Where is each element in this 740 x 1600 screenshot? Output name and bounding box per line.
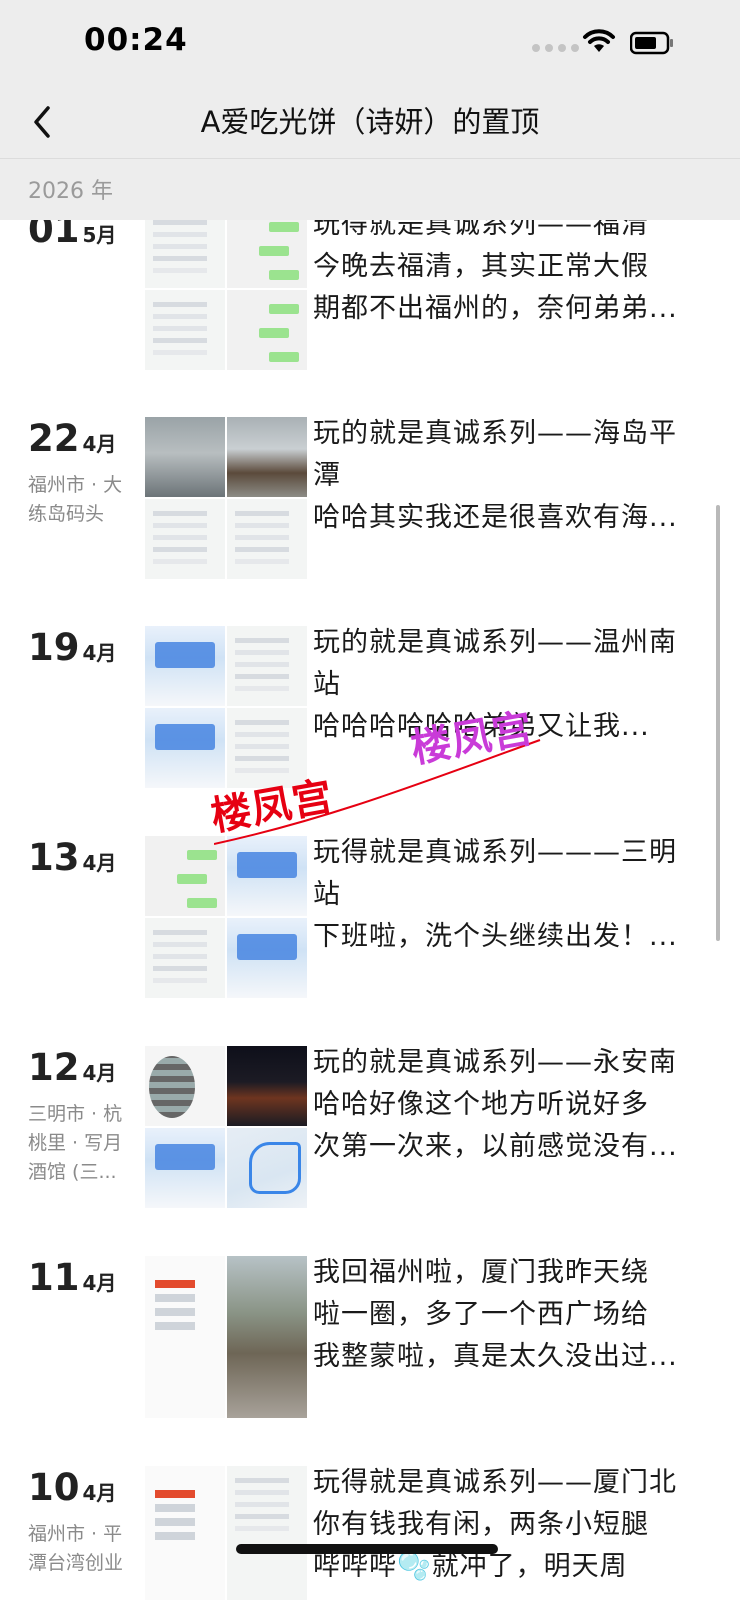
post-thumbnails[interactable] [145,1046,307,1208]
thumbnail-image[interactable] [227,499,307,579]
post-day: 01 [28,220,80,251]
scrollbar[interactable] [716,505,720,941]
thumbnail-image[interactable] [145,290,225,370]
thumbnail-image[interactable] [227,836,307,916]
post-line: 玩的就是真诚系列——海岛平 [313,418,677,449]
pinned-posts-list[interactable]: 01 5月 玩得就是真诚系列——福清 今晚去福清，其实正常大假 期都不出福州的，奈… [0,220,740,1600]
post-text[interactable]: 玩得就是真诚系列———三明 站 下班啦，洗个头继续出发！... [313,832,693,958]
thumbnail-image[interactable] [145,1466,225,1600]
thumbnail-image[interactable] [227,1466,307,1600]
post-location: 三明市 · 杭桃里 · 写月酒馆 (三... [28,1103,123,1183]
post-line: 今晚去福清，其实正常大假 [313,251,649,282]
post-text[interactable]: 玩得就是真诚系列——福清 今晚去福清，其实正常大假 期都不出福州的，奈何弟弟..… [313,220,693,330]
thumbnail-image[interactable] [145,626,225,706]
thumbnail-image[interactable] [145,708,225,788]
page-title: A爱吃光饼（诗妍）的置顶 [200,105,540,139]
post-month: 4月 [82,1061,117,1085]
post-thumbnails[interactable] [145,836,307,998]
year-section-header: 2026 年 [0,158,740,220]
battery-icon [630,31,673,55]
post-entry[interactable]: 22 4月 福州市 · 大练岛码头 玩的就是真诚系列——海岛平 潭 哈哈其实我还是… [0,417,740,587]
post-month: 4月 [82,1271,117,1295]
post-month: 4月 [82,1481,117,1505]
post-day: 19 [28,626,80,669]
post-entry[interactable]: 01 5月 玩得就是真诚系列——福清 今晚去福清，其实正常大假 期都不出福州的，奈… [0,220,740,378]
post-line: 玩的就是真诚系列——温州南 [313,627,677,658]
post-month: 5月 [82,223,117,247]
post-text[interactable]: 玩的就是真诚系列——永安南 哈哈好像这个地方听说好多 次第一次来，以前感觉没有.… [313,1042,693,1168]
post-date: 12 4月 三明市 · 杭桃里 · 写月酒馆 (三... [28,1046,138,1187]
post-entry[interactable]: 10 4月 福州市 · 平潭台湾创业 玩得就是真诚系列——厦门北 你有钱我有闲，两… [0,1466,740,1600]
post-line: 我整蒙啦，真是太久没出过... [313,1341,678,1372]
post-date: 10 4月 福州市 · 平潭台湾创业 [28,1466,138,1578]
post-thumbnails[interactable] [145,220,307,370]
post-date: 19 4月 [28,626,138,670]
thumbnail-image[interactable] [227,918,307,998]
post-day: 11 [28,1256,80,1299]
post-line: 次第一次来，以前感觉没有... [313,1131,678,1162]
post-text[interactable]: 我回福州啦，厦门我昨天绕 啦一圈，多了一个西广场给 我整蒙啦，真是太久没出过..… [313,1252,693,1378]
thumbnail-image[interactable] [145,499,225,579]
thumbnail-image[interactable] [227,1256,307,1418]
post-text[interactable]: 玩得就是真诚系列——厦门北 你有钱我有闲，两条小短腿 哔哔哔🫧就冲了，明天周 [313,1462,693,1588]
post-text[interactable]: 玩的就是真诚系列——海岛平 潭 哈哈其实我还是很喜欢有海... [313,413,693,539]
post-month: 4月 [82,851,117,875]
post-day: 12 [28,1046,80,1089]
wifi-icon [583,29,615,52]
thumbnail-image[interactable] [145,1128,225,1208]
post-thumbnails[interactable] [145,1256,307,1418]
thumbnail-image[interactable] [145,1046,225,1126]
thumbnail-image[interactable] [227,220,307,288]
post-line: 哈哈好像这个地方听说好多 [313,1089,649,1120]
status-bar: 00:24 [0,0,740,88]
post-line: 玩得就是真诚系列——厦门北 [313,1467,677,1498]
thumbnail-image[interactable] [227,290,307,370]
post-date: 22 4月 福州市 · 大练岛码头 [28,417,138,529]
post-line: 玩得就是真诚系列——福清 [313,220,649,240]
thumbnail-image[interactable] [227,417,307,497]
post-month: 4月 [82,432,117,456]
post-line: 玩的就是真诚系列——永安南 [313,1047,677,1078]
post-line: 潭 [313,460,341,491]
thumbnail-image[interactable] [145,918,225,998]
clock-time: 00:24 [84,22,188,58]
post-entry[interactable]: 11 4月 我回福州啦，厦门我昨天绕 啦一圈，多了一个西广场给 我整蒙啦，真是太久… [0,1256,740,1426]
post-location: 福州市 · 大练岛码头 [28,474,123,525]
post-date: 01 5月 [28,220,138,252]
post-entry[interactable]: 13 4月 玩得就是真诚系列———三明 站 下班啦，洗个头继续出发！... [0,836,740,1006]
post-line: 期都不出福州的，奈何弟弟... [313,293,678,324]
post-date: 13 4月 [28,836,138,880]
thumbnail-image[interactable] [145,220,225,288]
post-date: 11 4月 [28,1256,138,1300]
thumbnail-image[interactable] [145,417,225,497]
post-line: 哈哈其实我还是很喜欢有海... [313,502,678,533]
post-line: 下班啦，洗个头继续出发！... [313,921,678,952]
post-month: 4月 [82,641,117,665]
home-indicator[interactable] [236,1544,498,1554]
post-thumbnails[interactable] [145,1466,307,1600]
post-line: 你有钱我有闲，两条小短腿 [313,1509,649,1540]
thumbnail-image[interactable] [227,1128,307,1208]
thumbnail-image[interactable] [227,626,307,706]
post-location: 福州市 · 平潭台湾创业 [28,1523,124,1574]
thumbnail-image[interactable] [145,1256,225,1418]
thumbnail-image[interactable] [227,1046,307,1126]
post-line: 啦一圈，多了一个西广场给 [313,1299,649,1330]
post-entry[interactable]: 12 4月 三明市 · 杭桃里 · 写月酒馆 (三... 玩的就是真诚系列——永安… [0,1046,740,1216]
signal-dots-icon [532,44,579,52]
post-line: 我回福州啦，厦门我昨天绕 [313,1257,649,1288]
post-day: 10 [28,1466,80,1509]
post-line: 站 [313,879,341,910]
post-day: 13 [28,836,80,879]
navigation-bar: A爱吃光饼（诗妍）的置顶 [0,88,740,158]
thumbnail-image[interactable] [145,836,225,916]
post-thumbnails[interactable] [145,417,307,579]
post-day: 22 [28,417,80,460]
year-label: 2026 年 [28,179,113,204]
